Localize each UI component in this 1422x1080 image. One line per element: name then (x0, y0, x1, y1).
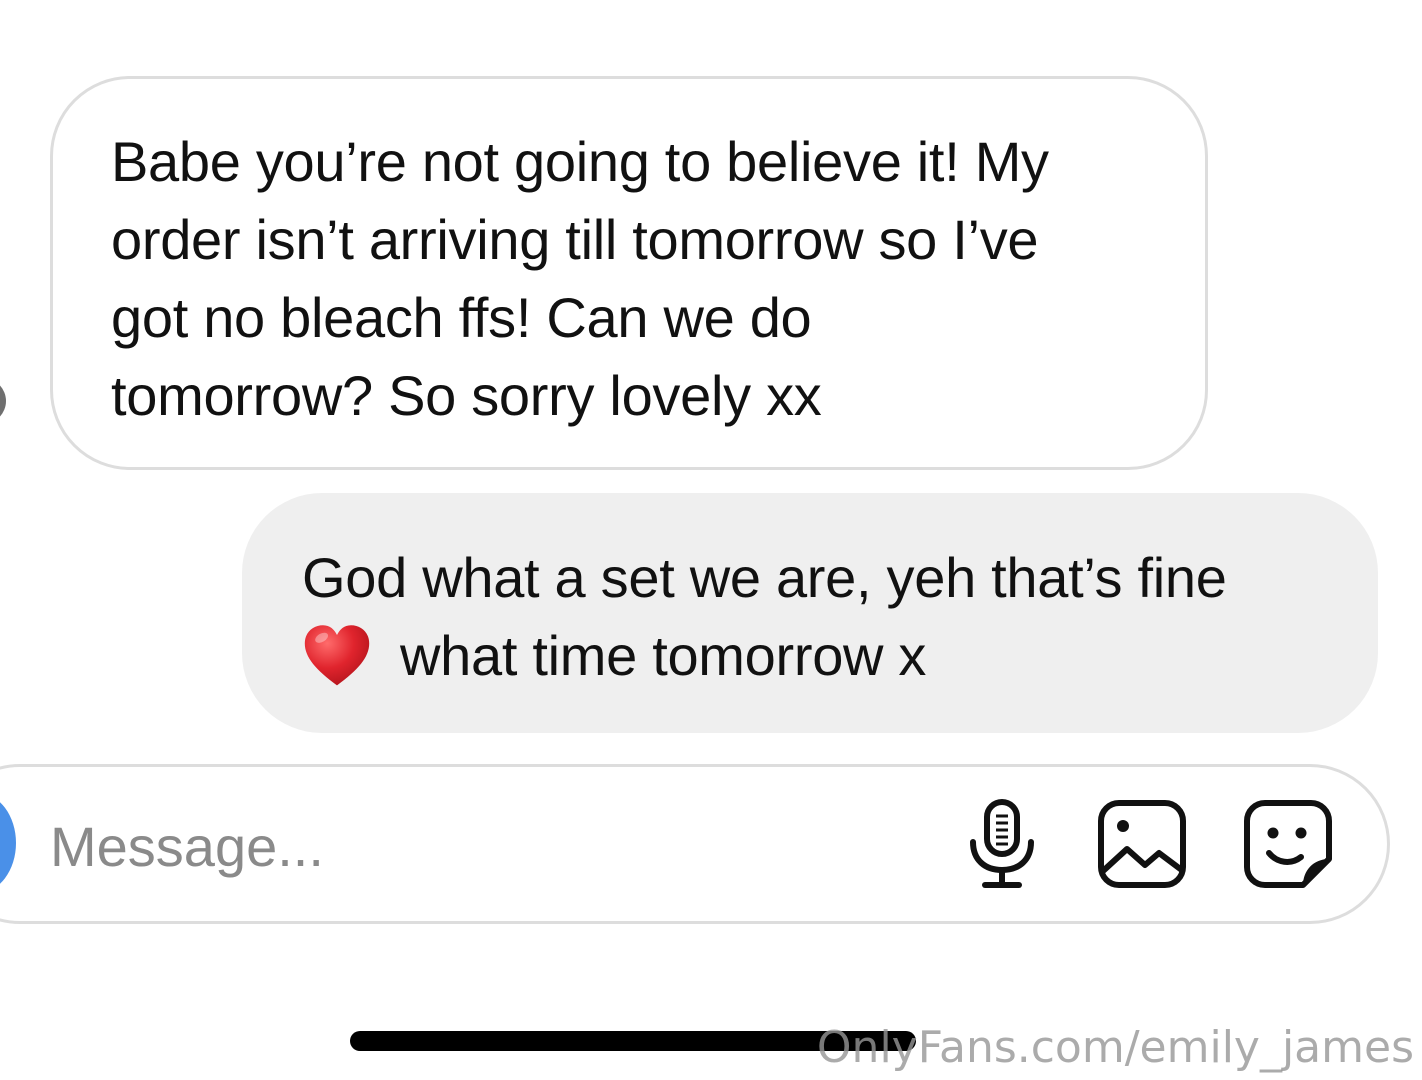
outgoing-message-line-2-row: what time tomorrow x (302, 617, 1318, 695)
outgoing-message-line-1: God what a set we are, yeh that’s fine (302, 546, 1227, 609)
microphone-icon (970, 799, 1034, 888)
red-heart-icon (304, 625, 370, 686)
outgoing-message-line-2: what time tomorrow x (400, 624, 927, 687)
microphone-button[interactable] (956, 798, 1048, 890)
sender-avatar[interactable] (0, 378, 6, 424)
message-input[interactable] (50, 806, 930, 886)
sticker-icon (1244, 800, 1332, 888)
outgoing-message-bubble[interactable]: God what a set we are, yeh that’s fine w… (242, 493, 1378, 733)
image-gallery-icon (1098, 800, 1186, 888)
watermark-text: OnlyFans.com/emily_james (816, 1022, 1414, 1073)
incoming-message-text: Babe you’re not going to believe it! My … (111, 130, 1049, 427)
sticker-button[interactable] (1242, 798, 1334, 890)
gallery-button[interactable] (1096, 798, 1188, 890)
incoming-message-bubble[interactable]: Babe you’re not going to believe it! My … (50, 76, 1208, 470)
